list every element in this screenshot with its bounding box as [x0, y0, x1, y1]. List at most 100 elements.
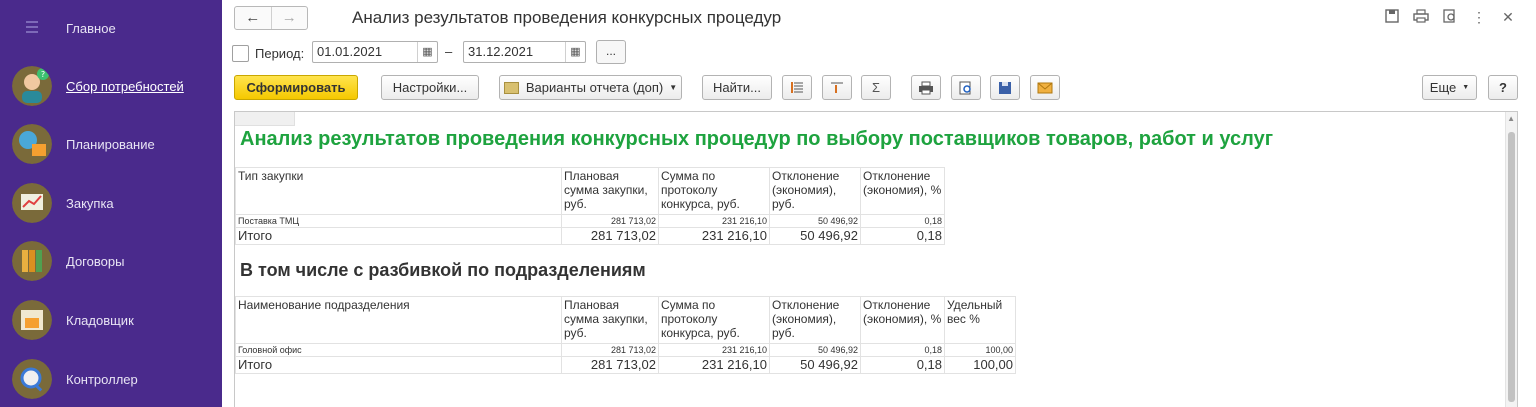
table-cell: Головной офис: [235, 343, 562, 357]
sidebar-item-label: Главное: [66, 20, 116, 36]
period-dash: –: [445, 44, 453, 59]
sidebar-item-controller[interactable]: Контроллер: [0, 351, 222, 407]
svg-text:?: ?: [41, 70, 45, 79]
arrow-right-icon[interactable]: →: [270, 7, 308, 29]
table-cell: 281 713,02: [561, 356, 659, 374]
sidebar-item-main[interactable]: Главное: [0, 0, 222, 56]
sidebar-item-label: Сбор потребностей: [66, 78, 184, 94]
folder-icon: [503, 81, 519, 94]
table-cell: 281 713,02: [561, 227, 659, 245]
purchase-icon: [12, 183, 52, 223]
table-cell: Поставка ТМЦ: [235, 214, 562, 228]
generate-button[interactable]: Сформировать: [234, 75, 358, 100]
column-header: Плановая сумма закупки, руб.: [561, 167, 659, 215]
collector-icon: ?: [12, 66, 52, 106]
mail-icon[interactable]: [1030, 75, 1060, 100]
chevron-down-icon: ▼: [1462, 84, 1470, 91]
sidebar-item-label: Планирование: [66, 136, 155, 152]
table-cell: 281 713,02: [561, 214, 659, 228]
chevron-down-icon: ▼: [669, 83, 678, 92]
column-header: Отклонение (экономия), %: [860, 167, 945, 215]
column-header: Сумма по протоколу конкурса, руб.: [658, 167, 770, 215]
history-nav: ← →: [234, 6, 308, 30]
report-corner-cell: [235, 112, 295, 126]
sidebar-item-label: Контроллер: [66, 371, 138, 387]
sidebar-item-needs[interactable]: ? Сбор потребностей: [0, 58, 222, 114]
table-cell: 50 496,92: [769, 214, 861, 228]
sidebar-item-planning[interactable]: Планирование: [0, 116, 222, 172]
preview-icon[interactable]: [951, 75, 981, 100]
more-label: Еще: [1429, 80, 1457, 95]
period-to-value: 31.12.2021: [468, 44, 534, 59]
table-header-row: Тип закупки Плановая сумма закупки, руб.…: [235, 167, 945, 215]
report-variants-button[interactable]: Варианты отчета (доп) ▼: [499, 75, 682, 100]
help-button[interactable]: ?: [1488, 75, 1518, 100]
column-header: Отклонение (экономия), %: [860, 296, 945, 344]
summary-table: Тип закупки Плановая сумма закупки, руб.…: [235, 167, 945, 245]
period-to-field[interactable]: 31.12.2021 ▦: [463, 41, 586, 63]
column-header: Тип закупки: [235, 167, 562, 215]
find-button[interactable]: Найти...: [702, 75, 772, 100]
print-icon[interactable]: [1413, 9, 1429, 25]
column-header: Отклонение (экономия), руб.: [769, 167, 861, 215]
menu-icon: [26, 21, 38, 33]
sum-icon[interactable]: Σ: [861, 75, 891, 100]
table-cell: 231 216,10: [658, 356, 770, 374]
table-cell: 50 496,92: [769, 343, 861, 357]
table-cell: 231 216,10: [658, 214, 770, 228]
settings-button[interactable]: Настройки...: [381, 75, 479, 100]
calendar-icon[interactable]: ▦: [417, 42, 437, 62]
main-area: ← → Анализ результатов проведения конкур…: [222, 0, 1536, 407]
table-cell: 0,18: [860, 214, 945, 228]
window-actions: ⋮ ✕: [1384, 9, 1516, 25]
report-area[interactable]: Анализ результатов проведения конкурсных…: [234, 111, 1518, 407]
expand-icon[interactable]: [822, 75, 852, 100]
sidebar-item-label: Кладовщик: [66, 312, 134, 328]
sidebar-item-label: Закупка: [66, 195, 114, 211]
planning-icon: [12, 124, 52, 164]
table-cell: 0,18: [860, 356, 945, 374]
sidebar-item-contracts[interactable]: Договоры: [0, 233, 222, 289]
table-cell: 0,18: [860, 343, 945, 357]
table-cell: 100,00: [944, 356, 1016, 374]
table-cell: 0,18: [860, 227, 945, 245]
contracts-icon: [12, 241, 52, 281]
scroll-up-icon[interactable]: ▲: [1507, 114, 1515, 123]
save-icon[interactable]: [990, 75, 1020, 100]
vertical-scrollbar[interactable]: ▲: [1505, 112, 1517, 407]
more-vertical-icon[interactable]: ⋮: [1471, 9, 1487, 25]
table-cell: 50 496,92: [769, 227, 861, 245]
print-icon[interactable]: [911, 75, 941, 100]
column-header: Отклонение (экономия), руб.: [769, 296, 861, 344]
period-from-field[interactable]: 01.01.2021 ▦: [312, 41, 438, 63]
table-cell: 281 713,02: [561, 343, 659, 357]
table-cell: 100,00: [944, 343, 1016, 357]
calendar-icon[interactable]: ▦: [565, 42, 585, 62]
department-table: Наименование подразделения Плановая сумм…: [235, 296, 1016, 374]
report-title: Анализ результатов проведения конкурсных…: [240, 128, 1274, 150]
collapse-icon[interactable]: [782, 75, 812, 100]
arrow-left-icon[interactable]: ←: [235, 7, 271, 29]
table-row: Поставка ТМЦ 281 713,02 231 216,10 50 49…: [235, 214, 945, 228]
preview-icon[interactable]: [1442, 9, 1458, 25]
report-subtitle: В том числе с разбивкой по подразделения…: [240, 260, 646, 280]
period-select-button[interactable]: ...: [596, 40, 626, 64]
report-variants-label: Варианты отчета (доп): [525, 80, 664, 95]
page-title: Анализ результатов проведения конкурсных…: [352, 8, 782, 27]
sidebar-item-purchase[interactable]: Закупка: [0, 175, 222, 231]
more-button[interactable]: Еще ▼: [1422, 75, 1477, 100]
scrollbar-thumb[interactable]: [1508, 132, 1515, 402]
sidebar: Главное ? Сбор потребностей Планирование…: [0, 0, 222, 407]
column-header: Удельный вес %: [944, 296, 1016, 344]
table-cell: Итого: [235, 227, 562, 245]
sidebar-item-label: Договоры: [66, 253, 125, 269]
close-icon[interactable]: ✕: [1500, 9, 1516, 25]
period-checkbox[interactable]: [232, 44, 249, 62]
controller-icon: [12, 359, 52, 399]
save-icon[interactable]: [1384, 9, 1400, 25]
period-from-value: 01.01.2021: [317, 44, 383, 59]
table-cell: 50 496,92: [769, 356, 861, 374]
period-row: Период:: [232, 41, 304, 65]
sidebar-item-storekeeper[interactable]: Кладовщик: [0, 292, 222, 348]
column-header: Плановая сумма закупки, руб.: [561, 296, 659, 344]
